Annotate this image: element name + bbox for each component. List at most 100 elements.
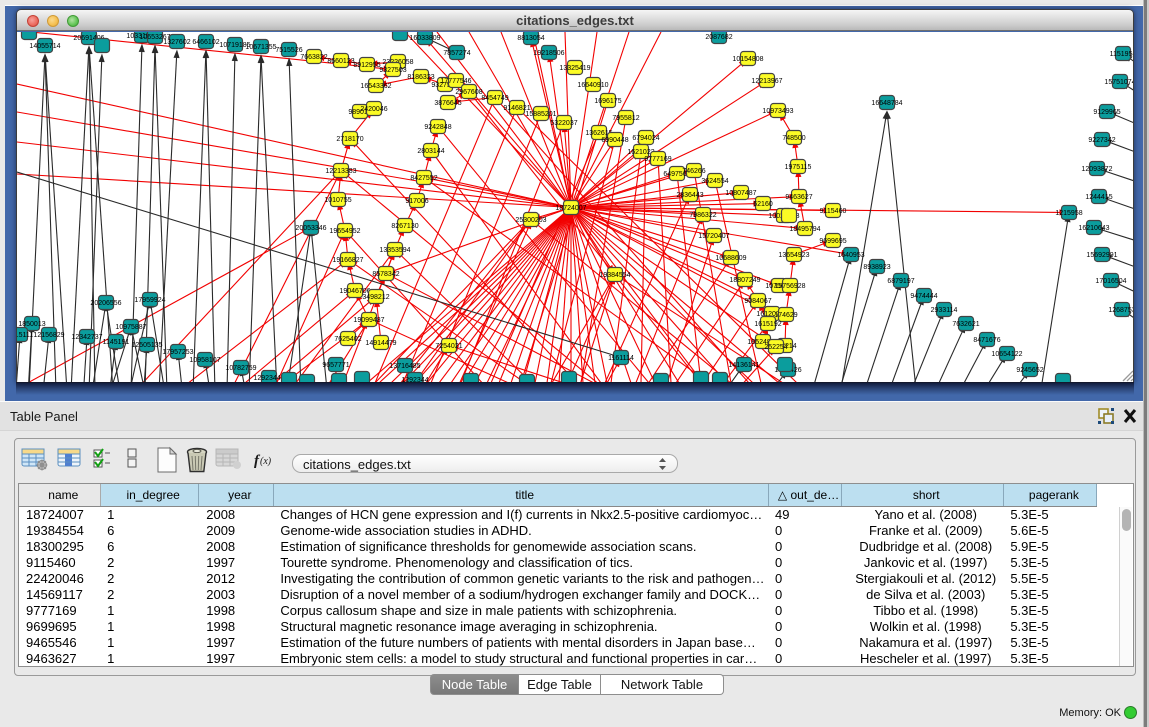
svg-text:1268753: 1268753: [1108, 307, 1133, 314]
svg-text:16543362: 16543362: [360, 83, 391, 90]
svg-text:12923448: 12923448: [253, 375, 284, 382]
svg-text:20206556: 20206556: [90, 300, 121, 307]
svg-text:2836443: 2836443: [676, 192, 703, 199]
svg-text:5322037: 5322037: [550, 120, 577, 127]
svg-text:9463627: 9463627: [785, 194, 812, 201]
svg-text:8267130: 8267130: [391, 223, 418, 230]
svg-text:12156829: 12156829: [33, 332, 64, 339]
svg-text:2967608: 2967608: [455, 89, 482, 96]
svg-text:13353594: 13353594: [379, 247, 410, 254]
svg-text:917006: 917006: [405, 198, 428, 205]
svg-text:7625402: 7625402: [334, 336, 361, 343]
svg-text:18807249: 18807249: [729, 277, 760, 284]
svg-text:3624554: 3624554: [701, 178, 728, 185]
svg-text:8813054: 8813054: [517, 35, 544, 42]
svg-text:6990448: 6990448: [601, 137, 628, 144]
svg-text:16640910: 16640910: [577, 82, 608, 89]
svg-text:1640953: 1640953: [837, 252, 864, 259]
svg-text:15720407: 15720407: [698, 233, 729, 240]
svg-text:15692991: 15692991: [1086, 252, 1117, 259]
svg-text:15885201: 15885201: [525, 111, 556, 118]
svg-text:15751074: 15751074: [1104, 79, 1133, 86]
svg-text:19099487: 19099487: [353, 317, 384, 324]
svg-text:9474444: 9474444: [910, 293, 937, 300]
svg-text:15756928: 15756928: [774, 283, 805, 290]
svg-text:8660123: 8660123: [327, 58, 354, 65]
svg-text:12505135: 12505135: [131, 342, 162, 349]
svg-text:10958107: 10958107: [189, 357, 220, 364]
svg-text:10807487: 10807487: [725, 190, 756, 197]
svg-text:8471676: 8471676: [973, 337, 1000, 344]
svg-text:7254021: 7254021: [435, 343, 462, 350]
svg-text:16648784: 16648784: [871, 100, 902, 107]
svg-text:3915111: 3915111: [17, 332, 33, 339]
svg-text:16210643: 16210643: [1078, 225, 1109, 232]
svg-text:25300203: 25300203: [515, 217, 546, 224]
svg-text:1696175: 1696175: [594, 98, 621, 105]
svg-text:19166827: 19166827: [332, 257, 363, 264]
svg-text:18495794: 18495794: [789, 226, 820, 233]
svg-text:8912955: 8912955: [353, 62, 380, 69]
svg-text:1244415: 1244415: [1085, 194, 1112, 201]
svg-text:20053346: 20053346: [295, 225, 326, 232]
svg-text:7955812: 7955812: [612, 115, 639, 122]
svg-text:8186323: 8186323: [407, 74, 434, 81]
svg-text:9657771: 9657771: [322, 362, 349, 369]
svg-text:174629: 174629: [774, 312, 797, 319]
svg-text:2933114: 2933114: [931, 307, 958, 314]
svg-text:18724007: 18724007: [555, 205, 586, 212]
svg-text:19654952: 19654952: [329, 228, 360, 235]
svg-text:8454749: 8454749: [481, 95, 508, 102]
svg-text:7515526: 7515526: [275, 47, 302, 54]
svg-text:9699695: 9699695: [819, 238, 846, 245]
svg-text:17959924: 17959924: [134, 297, 165, 304]
svg-text:10973493: 10973493: [762, 108, 793, 115]
svg-text:17016504: 17016504: [1095, 278, 1126, 285]
svg-text:9129965: 9129965: [1093, 109, 1120, 116]
svg-text:1151958: 1151958: [1110, 51, 1133, 58]
svg-text:10688609: 10688609: [715, 255, 746, 262]
svg-text:1145191: 1145191: [103, 339, 130, 346]
svg-text:62160: 62160: [753, 201, 773, 208]
svg-text:9115460: 9115460: [820, 208, 847, 215]
svg-text:12093872: 12093872: [1081, 166, 1112, 173]
svg-text:1327602: 1327602: [163, 39, 190, 46]
svg-text:6879197: 6879197: [887, 278, 914, 285]
svg-text:6794024: 6794024: [632, 135, 659, 142]
svg-text:10654122: 10654122: [991, 351, 1022, 358]
svg-text:1010755: 1010755: [324, 197, 351, 204]
svg-text:19218506: 19218506: [533, 50, 564, 57]
svg-text:7632621: 7632621: [952, 321, 979, 328]
svg-text:16033809: 16033809: [409, 35, 440, 42]
svg-text:9227342: 9227342: [1088, 137, 1115, 144]
svg-text:13654923: 13654923: [778, 252, 809, 259]
svg-text:9327503: 9327503: [379, 67, 406, 74]
svg-text:7857274: 7857274: [443, 50, 470, 57]
svg-text:2718170: 2718170: [336, 136, 363, 143]
svg-text:9777169: 9777169: [644, 156, 671, 163]
svg-text:14055714: 14055714: [29, 43, 60, 50]
svg-text:3876645: 3876645: [434, 100, 461, 107]
svg-text:12213967: 12213967: [751, 78, 782, 85]
svg-text:9242848: 9242848: [424, 124, 451, 131]
svg-text:13325419: 13325419: [559, 65, 590, 72]
svg-text:7663822: 7663822: [300, 54, 327, 61]
svg-text:12342737: 12342737: [71, 334, 102, 341]
svg-text:14136141: 14136141: [728, 362, 759, 369]
svg-text:19384554: 19384554: [599, 272, 630, 279]
svg-text:10975887: 10975887: [115, 324, 146, 331]
svg-text:7986322: 7986322: [689, 212, 716, 219]
svg-text:(x): (x): [260, 456, 272, 467]
svg-text:2420046: 2420046: [360, 106, 387, 113]
svg-text:1161114: 1161114: [608, 355, 634, 362]
svg-text:14914479: 14914479: [365, 340, 396, 347]
svg-text:746266: 746266: [682, 168, 705, 175]
svg-text:9084067: 9084067: [744, 298, 771, 305]
svg-text:252254: 252254: [764, 344, 787, 351]
svg-text:3498212: 3498212: [362, 294, 389, 301]
svg-text:8938923: 8938923: [863, 264, 890, 271]
svg-text:6466102: 6466102: [192, 39, 219, 46]
svg-text:10154808: 10154808: [732, 56, 763, 63]
svg-text:8578342: 8578342: [372, 271, 399, 278]
svg-text:8427552: 8427552: [410, 175, 437, 182]
